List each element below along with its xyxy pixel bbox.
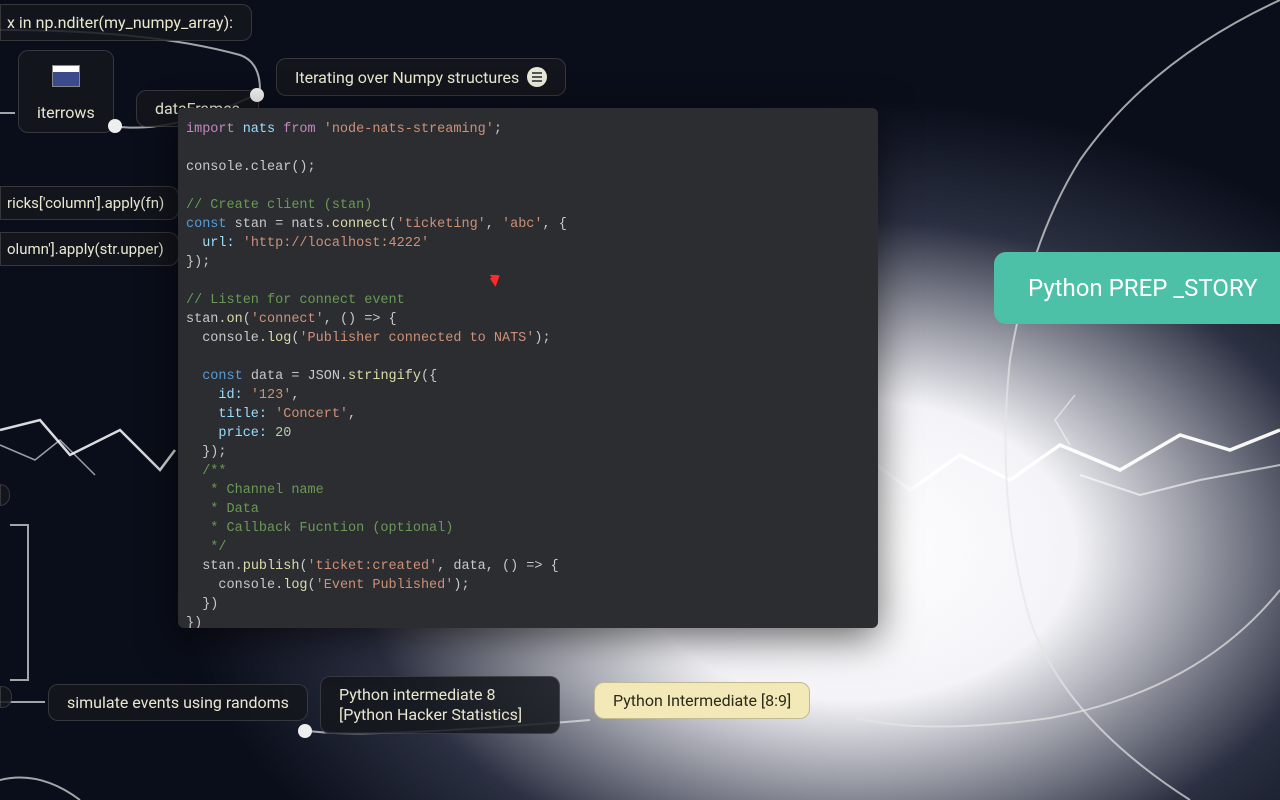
node-python-prep-story[interactable]: Python PREP _STORY (994, 252, 1280, 324)
node-edge-hidden-1[interactable] (0, 484, 10, 506)
code-comment: // Listen for connect event (186, 291, 870, 310)
code-token: 'connect' (251, 312, 324, 327)
code-token: ); (534, 331, 550, 346)
code-token: nats (235, 122, 284, 137)
code-token: stan = nats. (227, 217, 332, 232)
code-token: , () => { (324, 312, 397, 327)
node-nditer[interactable]: x in np.nditer(my_numpy_array): (0, 4, 252, 41)
node-label: iterrows (37, 103, 95, 122)
code-token: 'node-nats-streaming' (316, 122, 494, 137)
code-comment: // Create client (stan) (186, 196, 870, 215)
code-token: ); (453, 578, 469, 593)
node-iterrows[interactable]: iterrows (18, 50, 114, 133)
code-token: console. (186, 331, 267, 346)
code-token: log (283, 578, 307, 593)
code-token: '123' (251, 388, 292, 403)
node-apply-upper[interactable]: olumn'].apply(str.upper) (0, 232, 179, 266)
node-edge-hidden-2[interactable] (0, 686, 12, 708)
node-label: simulate events using randoms (67, 693, 289, 712)
code-token: stringify (348, 369, 421, 384)
code-token: url: (186, 236, 243, 251)
menu-icon[interactable] (527, 67, 547, 87)
code-token: log (267, 331, 291, 346)
code-token: 'Concert' (275, 407, 348, 422)
node-label: x in np.nditer(my_numpy_array): (7, 13, 233, 32)
code-token: id: (186, 388, 251, 403)
code-comment: * Channel name (186, 481, 870, 500)
code-token: price: (186, 426, 275, 441)
node-label: Python Intermediate [8:9] (613, 691, 791, 710)
code-comment: */ (186, 538, 870, 557)
code-line: }) (186, 595, 870, 614)
code-token: 'ticketing' (397, 217, 486, 232)
code-line: }); (186, 443, 870, 462)
connection-port[interactable] (250, 88, 264, 102)
code-token: stan. (186, 559, 243, 574)
node-apply-fn[interactable]: ricks['column'].apply(fn) (0, 186, 179, 220)
table-icon (52, 65, 80, 87)
code-token: 'Event Published' (316, 578, 454, 593)
code-token: data = JSON. (243, 369, 348, 384)
code-comment: /** (186, 462, 870, 481)
code-token: const (186, 217, 227, 232)
code-comment: * Data (186, 500, 870, 519)
code-token: on (227, 312, 243, 327)
code-token: console. (186, 578, 283, 593)
code-token: import (186, 122, 235, 137)
code-line: }); (186, 253, 870, 272)
node-label: Python intermediate 8 [Python Hacker Sta… (339, 685, 541, 725)
code-token: 20 (275, 426, 291, 441)
code-token: 'abc' (502, 217, 543, 232)
code-token: title: (186, 407, 275, 422)
code-panel[interactable]: import nats from 'node-nats-streaming'; … (178, 108, 878, 628)
node-iterating-numpy[interactable]: Iterating over Numpy structures (276, 58, 566, 96)
code-token: 'http://localhost:4222' (243, 236, 429, 251)
node-label: Iterating over Numpy structures (295, 68, 519, 87)
code-token: , (348, 407, 356, 422)
code-comment: * Callback Fucntion (optional) (186, 519, 870, 538)
code-line: console.clear(); (186, 158, 870, 177)
node-python-intermediate-89[interactable]: Python Intermediate [8:9] (594, 682, 810, 719)
node-label: Python PREP _STORY (1028, 274, 1258, 302)
code-token: ; (494, 122, 502, 137)
code-token: const (186, 369, 243, 384)
node-simulate-events[interactable]: simulate events using randoms (48, 684, 308, 721)
connection-port[interactable] (108, 119, 122, 133)
code-token: ( (308, 578, 316, 593)
code-token: , (486, 217, 502, 232)
code-token: ( (389, 217, 397, 232)
code-token: from (283, 122, 315, 137)
code-token: ( (299, 559, 307, 574)
code-token: ({ (421, 369, 437, 384)
code-token: stan. (186, 312, 227, 327)
code-token: , { (543, 217, 567, 232)
node-label: olumn'].apply(str.upper) (7, 240, 164, 258)
code-token: connect (332, 217, 389, 232)
code-token: 'ticket:created' (308, 559, 438, 574)
node-python-intermediate-8[interactable]: Python intermediate 8 [Python Hacker Sta… (320, 676, 560, 734)
connection-port[interactable] (298, 724, 312, 738)
code-token: publish (243, 559, 300, 574)
code-token: , (291, 388, 299, 403)
node-label: ricks['column'].apply(fn) (7, 194, 164, 212)
code-token: 'Publisher connected to NATS' (299, 331, 534, 346)
code-token: , data, () => { (437, 559, 559, 574)
code-line: }) (186, 614, 870, 628)
code-token: ( (243, 312, 251, 327)
